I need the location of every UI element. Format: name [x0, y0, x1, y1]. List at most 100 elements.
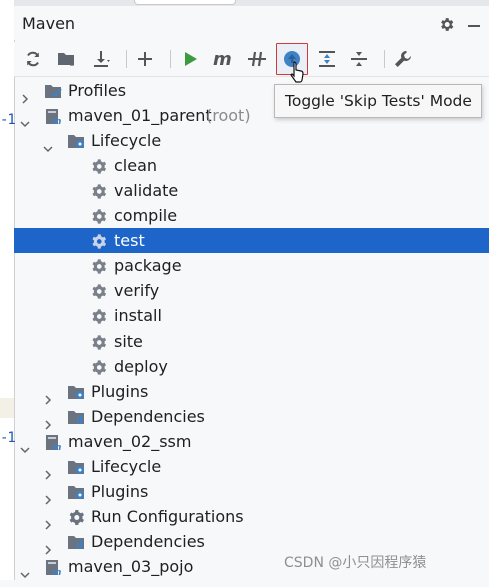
- editor-gutter: -1 -1: [0, 0, 16, 580]
- tree-row-label: deploy: [114, 356, 168, 376]
- chevron-down-icon[interactable]: [20, 111, 30, 128]
- maven-module-icon: m: [44, 433, 62, 453]
- lifecycle-folder-icon: [67, 458, 85, 475]
- mouse-pointer-icon: [290, 61, 304, 83]
- plugins-folder-icon: [67, 383, 85, 400]
- tree-row[interactable]: verify: [14, 278, 489, 303]
- tree-row-label: Profiles: [68, 81, 127, 100]
- tree-row-label: package: [114, 256, 182, 276]
- tree-row-label: Lifecycle: [91, 456, 162, 476]
- tree-row[interactable]: install: [14, 303, 489, 328]
- wrench-settings-icon[interactable]: [392, 48, 414, 70]
- tree-row-label: site: [114, 331, 143, 351]
- gear-icon: [90, 207, 108, 224]
- tree-row[interactable]: Plugins: [14, 379, 489, 405]
- tree-row[interactable]: Lifecycle: [14, 128, 489, 153]
- tree-row[interactable]: Lifecycle: [14, 454, 489, 480]
- svg-text:G: G: [69, 60, 74, 68]
- tree-row[interactable]: test: [14, 228, 489, 254]
- svg-text:m: m: [213, 50, 232, 68]
- tree-row[interactable]: site: [14, 329, 489, 354]
- panel-title: Maven: [22, 14, 76, 33]
- editor-mark: -1: [0, 112, 16, 128]
- collapse-all-icon[interactable]: [348, 48, 370, 70]
- tooltip: Toggle 'Skip Tests' Mode: [274, 84, 482, 118]
- minimize-icon[interactable]: [464, 12, 484, 32]
- chevron-down-icon[interactable]: [43, 136, 53, 153]
- chevron-right-icon[interactable]: [43, 412, 52, 430]
- tree-row-label: validate: [114, 181, 179, 201]
- svg-text:m: m: [52, 568, 61, 576]
- chevron-right-icon[interactable]: [43, 487, 52, 505]
- chevron-right-icon[interactable]: [43, 462, 52, 480]
- reload-icon[interactable]: [22, 48, 44, 70]
- tree-row-suffix: (root): [206, 106, 251, 126]
- run-config-icon: [67, 508, 85, 525]
- download-icon[interactable]: [90, 48, 112, 70]
- watermark: CSDN @小只因程序猿: [284, 555, 427, 571]
- editor-mark: -1: [0, 430, 16, 446]
- dependencies-icon: [67, 408, 85, 425]
- add-icon[interactable]: [134, 48, 156, 70]
- run-icon[interactable]: [180, 48, 202, 70]
- tooltip-text: Toggle 'Skip Tests' Mode: [285, 92, 472, 110]
- gear-icon: [90, 182, 108, 199]
- chevron-right-icon[interactable]: [20, 86, 29, 104]
- tree-row-label: Dependencies: [91, 531, 205, 551]
- toolbar-separator: [384, 50, 385, 68]
- maven-module-icon: m: [44, 107, 62, 127]
- tree-row[interactable]: Dependencies: [14, 404, 489, 430]
- plugins-folder-icon: [67, 483, 85, 500]
- tree-row-label: Plugins: [91, 481, 149, 501]
- gear-icon: [90, 307, 108, 325]
- svg-text:m: m: [52, 117, 61, 125]
- settings-gear-icon[interactable]: [436, 14, 456, 34]
- tree-row-label: maven_01_parent: [68, 106, 212, 126]
- gear-icon: [90, 232, 108, 249]
- tree-row-label: maven_02_ssm: [68, 431, 192, 451]
- execute-goal-m-icon[interactable]: m: [212, 48, 234, 70]
- tree-row-label: install: [114, 306, 162, 326]
- tree-row-label: test: [114, 231, 145, 251]
- tree-row[interactable]: compile: [14, 203, 489, 228]
- tree-row-label: verify: [114, 281, 160, 301]
- tree-row[interactable]: m maven_02_ssm: [14, 429, 489, 454]
- generate-sources-folder-icon[interactable]: G: [56, 48, 78, 70]
- chevron-down-icon[interactable]: [20, 437, 30, 453]
- tree-row-label: Lifecycle: [91, 131, 162, 151]
- toggle-offline-icon[interactable]: [246, 48, 268, 70]
- tree-row-label: compile: [114, 206, 178, 226]
- tree-row-label: Run Configurations: [91, 506, 244, 526]
- tree-row[interactable]: Run Configurations: [14, 504, 489, 530]
- chevron-right-icon[interactable]: [43, 512, 52, 530]
- maven-panel-header: Maven: [14, 6, 489, 40]
- chevron-down-icon[interactable]: [20, 562, 30, 578]
- tree-row[interactable]: validate: [14, 178, 489, 203]
- gear-icon: [90, 333, 108, 350]
- maven-toolbar: G m: [14, 42, 489, 77]
- chevron-right-icon[interactable]: [43, 387, 52, 405]
- gear-icon: [90, 257, 108, 274]
- search-field-edge: [134, 0, 236, 5]
- show-dependencies-icon[interactable]: [316, 48, 338, 70]
- tree-row[interactable]: Dependencies: [14, 529, 489, 555]
- chevron-right-icon[interactable]: [43, 537, 52, 555]
- tree-row-label: Plugins: [91, 381, 149, 401]
- gear-icon: [90, 282, 108, 299]
- tree-row[interactable]: clean: [14, 153, 489, 178]
- tree-row[interactable]: Plugins: [14, 479, 489, 505]
- svg-text:m: m: [52, 443, 61, 451]
- profiles-icon: [44, 82, 62, 99]
- tree-row[interactable]: deploy: [14, 354, 489, 379]
- gear-icon: [90, 157, 108, 174]
- toolbar-separator: [126, 50, 127, 68]
- tree-row-label: clean: [114, 156, 158, 176]
- tree-row-label: maven_03_pojo: [68, 556, 194, 576]
- editor-highlight-band: [0, 398, 14, 418]
- lifecycle-folder-icon: [67, 132, 85, 149]
- tree-row[interactable]: package: [14, 253, 489, 278]
- maven-module-icon: m: [44, 558, 62, 578]
- gear-icon: [90, 358, 108, 375]
- tree-row-label: Dependencies: [91, 406, 205, 426]
- dependencies-icon: [67, 533, 85, 550]
